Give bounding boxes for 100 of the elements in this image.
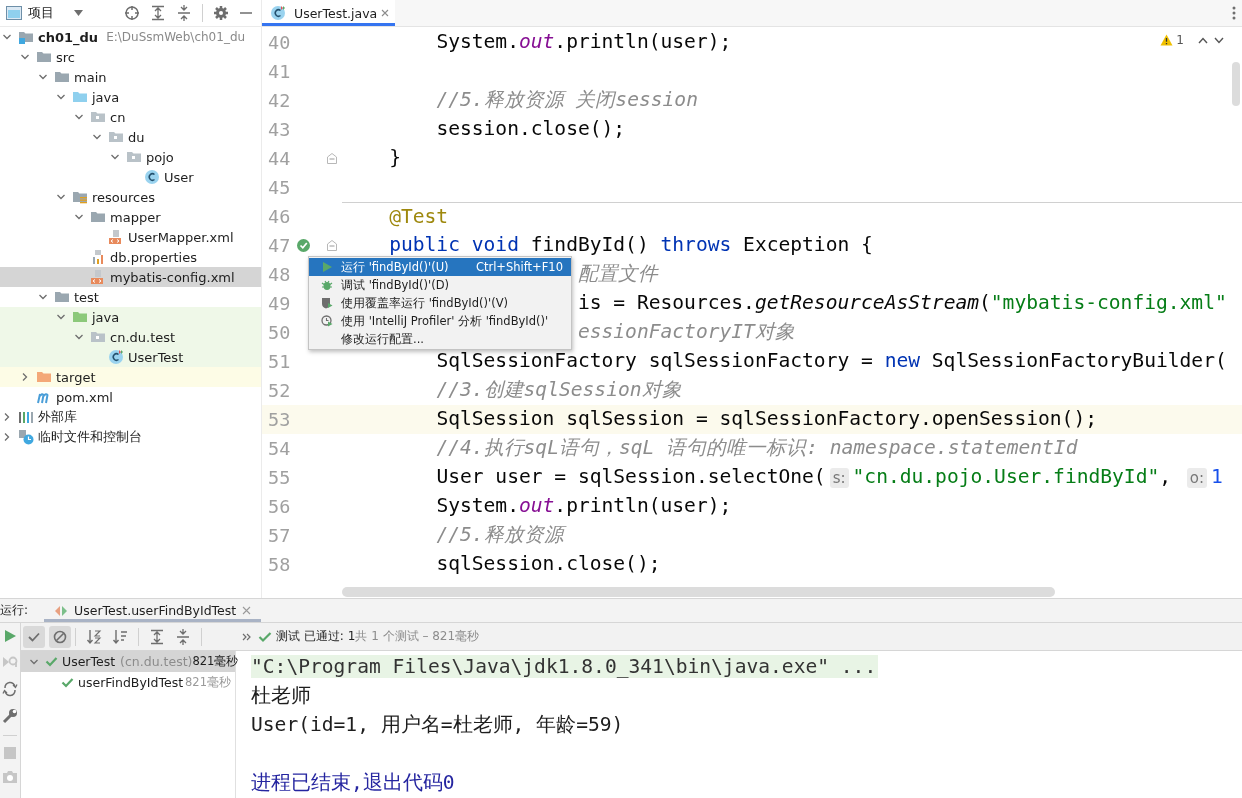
code-line: System.out.println(user); (436, 32, 732, 52)
folder-icon (54, 69, 70, 85)
close-icon[interactable] (242, 606, 252, 615)
settings-icon[interactable] (213, 5, 229, 21)
test-name[interactable]: userFindByIdTest (78, 675, 184, 690)
folder-icon (90, 209, 106, 225)
expand-all-icon[interactable] (149, 628, 165, 645)
code-line: 配置文件 (577, 264, 658, 284)
tree-item-label[interactable]: java (92, 89, 120, 105)
chevron-icon[interactable] (92, 132, 102, 142)
menu-item[interactable]: 使用覆盖率运行 'findById()'(V) (309, 294, 571, 312)
tree-item-label[interactable]: cn.du.test (110, 329, 176, 345)
run-icon[interactable] (3, 629, 17, 643)
chevron-icon[interactable] (56, 192, 66, 202)
collapse-all-icon[interactable] (175, 628, 191, 645)
fold-icon[interactable] (327, 152, 337, 164)
tree-item-label[interactable]: mapper (110, 209, 161, 225)
line-number: 50 (267, 321, 292, 343)
chevron-icon[interactable] (38, 72, 48, 82)
tree-item-label[interactable]: UserMapper.xml (128, 229, 234, 245)
tree-item-label[interactable]: 外部库 (38, 408, 77, 426)
scrollbar[interactable] (1232, 62, 1240, 106)
tree-item-label[interactable]: resources (92, 189, 155, 205)
profiler-icon (321, 315, 333, 327)
chevron-icon[interactable] (110, 152, 120, 162)
menu-item[interactable]: 调试 'findById()'(D) (309, 276, 571, 294)
toggle-autotest-icon[interactable] (2, 681, 18, 697)
tree-item-label[interactable]: java (92, 309, 120, 325)
chevron-down-icon[interactable] (1214, 36, 1224, 44)
test-name[interactable]: UserTest (62, 654, 116, 669)
tree-item-label[interactable]: pojo (146, 149, 174, 165)
console-line: 杜老师 (251, 683, 311, 709)
editor-tab[interactable]: UserTest.java (262, 0, 396, 26)
chevron-icon[interactable] (2, 412, 12, 422)
tree-item-label[interactable]: cn (110, 109, 126, 125)
warning-icon[interactable] (1160, 34, 1174, 46)
dropdown-caret-icon[interactable] (74, 10, 83, 16)
code-line: User user = sqlSession.selectOne( s: "cn.du.pojo.User.findById", o: 1 (436, 467, 1223, 487)
properties-file-icon (90, 249, 106, 265)
menu-item[interactable]: 修改运行配置... (309, 330, 571, 348)
package-folder-icon (126, 149, 142, 165)
module-path: E:\DuSsmWeb\ch01_du (106, 30, 246, 44)
run-icon (321, 261, 333, 273)
fold-icon[interactable] (327, 239, 337, 251)
tree-item-label[interactable]: target (56, 369, 96, 385)
line-number: 57 (267, 524, 292, 546)
show-ignored-toggle[interactable] (49, 625, 71, 648)
chevron-icon[interactable] (74, 212, 84, 222)
panel-title[interactable]: 项目 (28, 4, 54, 22)
scrollbar[interactable] (342, 587, 1055, 597)
chevron-icon[interactable] (2, 432, 12, 442)
sort-alphabetically-icon[interactable] (86, 628, 102, 645)
tree-item-label[interactable]: mybatis-config.xml (110, 269, 235, 285)
chevron-icon[interactable] (56, 92, 66, 102)
code-line: public void findById() throws Exception { (389, 235, 873, 255)
expand-all-icon[interactable] (150, 5, 166, 21)
wrench-icon[interactable] (2, 708, 18, 724)
chevron-icon[interactable] (20, 52, 30, 62)
chevron-icon[interactable] (74, 112, 84, 122)
tree-item-label[interactable]: test (74, 289, 99, 305)
tree-item-label[interactable]: src (56, 49, 75, 65)
line-number: 41 (267, 60, 292, 82)
tree-item-label[interactable]: pom.xml (56, 389, 113, 405)
scratch-file-icon (18, 429, 34, 445)
test-summary: 共 1 个测试 – 821毫秒 (355, 628, 480, 645)
tree-item-label[interactable]: db.properties (110, 249, 197, 265)
folder-icon (54, 289, 70, 305)
show-passed-toggle[interactable] (23, 625, 45, 648)
resources-folder-icon (72, 189, 88, 205)
collapse-all-icon[interactable] (176, 5, 192, 21)
folder-icon (36, 49, 52, 65)
chevron-up-icon[interactable] (1198, 36, 1208, 44)
more-options-icon[interactable] (1232, 6, 1236, 20)
tree-item-label[interactable]: User (164, 169, 194, 185)
menu-item[interactable]: 运行 'findById()'(U) Ctrl+Shift+F10 (309, 258, 571, 276)
tree-item-label[interactable]: ch01_du (38, 29, 99, 45)
class-icon (144, 169, 160, 185)
chevron-icon[interactable] (38, 292, 48, 302)
close-icon[interactable] (381, 9, 390, 17)
line-number: 52 (267, 379, 292, 401)
panel-title: 运行: (0, 602, 29, 619)
chevron-icon[interactable] (56, 312, 66, 322)
line-number: 46 (267, 205, 292, 227)
bug-icon (321, 279, 333, 291)
code-line: is = Resources.getResourceAsStream("mybatis-config.xml" (577, 293, 1227, 313)
locate-icon[interactable] (124, 5, 140, 21)
chevron-icon[interactable] (74, 332, 84, 342)
menu-item[interactable]: 使用 'IntelliJ Profiler' 分析 'findById()' (309, 312, 571, 330)
chevron-icon[interactable] (2, 32, 12, 42)
tree-item-label[interactable]: 临时文件和控制台 (38, 428, 142, 446)
test-package: (cn.du.test) (120, 654, 193, 669)
tree-item-label[interactable]: du (128, 129, 145, 145)
run-test-icon[interactable] (296, 237, 311, 253)
more-icon[interactable] (242, 631, 252, 642)
warning-count[interactable]: 1 (1176, 33, 1184, 47)
blocked-icon (53, 629, 67, 644)
sort-by-duration-icon[interactable] (112, 628, 128, 645)
tree-item-label[interactable]: UserTest (128, 349, 184, 365)
chevron-icon[interactable] (20, 372, 30, 382)
tree-item-label[interactable]: main (74, 69, 107, 85)
